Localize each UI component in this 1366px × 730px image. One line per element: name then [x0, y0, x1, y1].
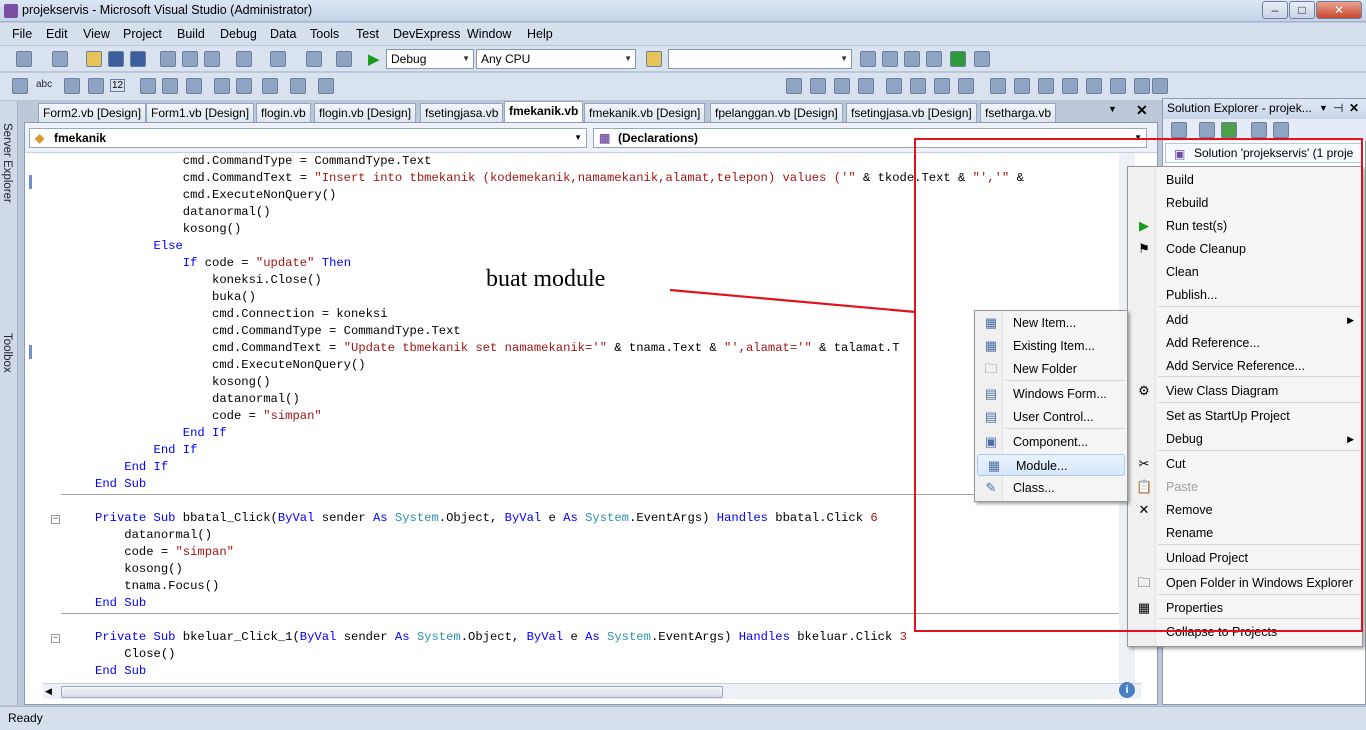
status-text: Ready	[8, 711, 43, 725]
annotation-line	[669, 288, 917, 314]
status-bar: Ready	[0, 706, 1366, 730]
annotation-rectangle	[914, 138, 1363, 632]
